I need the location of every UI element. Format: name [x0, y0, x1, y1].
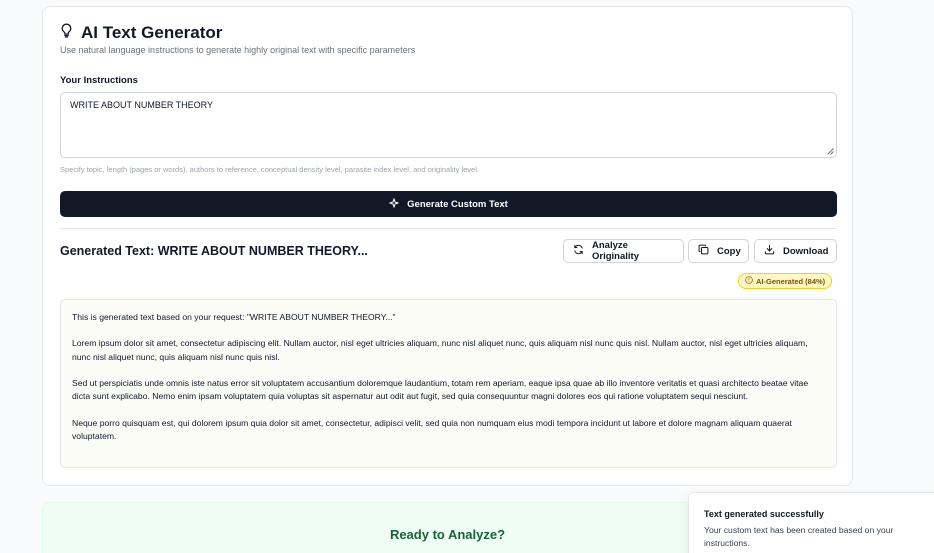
- title-row: AI Text Generator: [60, 23, 222, 43]
- copy-label: Copy: [717, 245, 741, 257]
- toast-message: Your custom text has been created based …: [704, 525, 894, 548]
- ai-generated-badge: AI-Generated (84%): [738, 273, 833, 289]
- success-toast[interactable]: Text generated successfully Your custom …: [688, 492, 934, 553]
- copy-button[interactable]: Copy: [688, 239, 749, 263]
- toast-title: Text generated successfully: [704, 509, 824, 519]
- output-paragraph: Neque porro quisquam est, qui dolorem ip…: [72, 417, 792, 441]
- instructions-label: Your Instructions: [60, 75, 138, 86]
- instructions-value: WRITE ABOUT NUMBER THEORY: [70, 100, 214, 110]
- refresh-icon: [573, 244, 584, 258]
- resize-handle-icon[interactable]: [827, 148, 834, 155]
- info-circle-icon: [745, 276, 753, 286]
- instructions-hint: Specify topic, length (pages or words), …: [60, 165, 479, 174]
- page-title: AI Text Generator: [81, 23, 223, 42]
- generator-card: AI Text Generator Use natural language i…: [42, 6, 853, 486]
- analyze-originality-button[interactable]: Analyze Originality: [563, 239, 684, 263]
- copy-icon: [698, 244, 709, 258]
- output-paragraph: Sed ut perspiciatis unde omnis iste natu…: [72, 377, 809, 402]
- generated-title: Generated Text: WRITE ABOUT NUMBER THEOR…: [60, 244, 368, 258]
- sparkle-icon: [389, 197, 399, 211]
- output-paragraph: This is generated text based on your req…: [72, 312, 396, 322]
- page-subtitle: Use natural language instructions to gen…: [60, 45, 416, 55]
- download-icon: [764, 244, 775, 258]
- download-button[interactable]: Download: [754, 239, 837, 263]
- output-paragraph: Lorem ipsum dolor sit amet, consectetur …: [72, 338, 808, 362]
- instructions-textarea[interactable]: WRITE ABOUT NUMBER THEORY: [60, 92, 837, 158]
- section-divider: [60, 228, 837, 229]
- lightbulb-icon: [60, 23, 73, 43]
- generate-button[interactable]: Generate Custom Text: [60, 191, 837, 217]
- download-label: Download: [783, 245, 829, 257]
- badge-label: AI-Generated (84%): [756, 276, 826, 286]
- analyze-label: Analyze Originality: [592, 240, 639, 262]
- generated-text-output: This is generated text based on your req…: [60, 299, 837, 468]
- generate-button-label: Generate Custom Text: [407, 198, 508, 210]
